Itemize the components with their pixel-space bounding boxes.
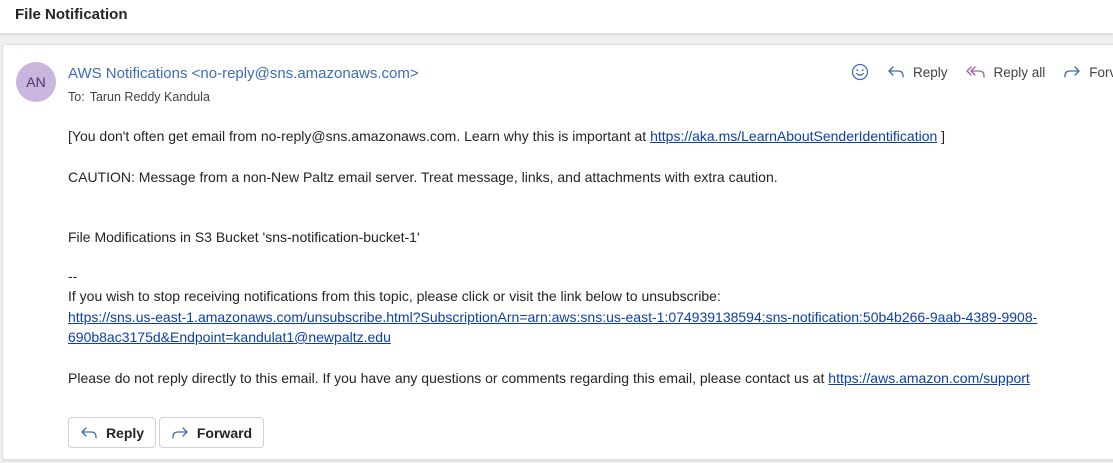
learn-sender-link[interactable]: https://aka.ms/LearnAboutSenderIdentific… (650, 128, 937, 144)
reply-arrow-icon (888, 66, 904, 78)
sender-avatar[interactable]: AN (16, 62, 56, 102)
reply-action-label: Reply (913, 64, 948, 80)
notice-text: [You don't often get email from no-reply… (68, 128, 651, 144)
unsubscribe-link-line2[interactable]: 690b8ac3175d&Endpoint=kandulat1@newpaltz… (68, 329, 391, 345)
reply-all-action[interactable]: Reply all (965, 64, 1046, 80)
notice-end: ] (937, 128, 946, 144)
to-label: To: (68, 90, 85, 104)
forward-button[interactable]: Forward (159, 417, 264, 448)
forward-action[interactable]: Forv (1063, 64, 1113, 80)
reply-arrow-icon (81, 426, 97, 439)
recipient-line: To: Tarun Reddy Kandula (68, 90, 210, 104)
unsubscribe-link-line1[interactable]: https://sns.us-east-1.amazonaws.com/unsu… (68, 309, 1037, 325)
forward-arrow-icon (1064, 66, 1080, 78)
forward-action-label: Forv (1089, 64, 1113, 80)
reply-all-icon (965, 66, 985, 78)
reply-button[interactable]: Reply (68, 417, 156, 448)
forward-button-label: Forward (196, 424, 253, 441)
support-line: Please do not reply directly to this ema… (68, 370, 1030, 386)
message-card: AN AWS Notifications <no-reply@sns.amazo… (2, 44, 1113, 460)
smiley-icon (851, 63, 869, 81)
sender-name[interactable]: AWS Notifications <no-reply@sns.amazonaw… (68, 65, 419, 82)
reply-all-action-label: Reply all (993, 64, 1046, 80)
forward-arrow-icon (172, 426, 188, 439)
recipient-name[interactable]: Tarun Reddy Kandula (90, 90, 210, 104)
react-button[interactable] (851, 63, 869, 81)
sender-notice: [You don't often get email from no-reply… (68, 128, 945, 144)
reply-button-label: Reply (105, 424, 145, 441)
message-actions: Reply Reply all Forv (851, 61, 1113, 83)
reply-action[interactable]: Reply (887, 64, 948, 80)
modifications-text: File Modifications in S3 Bucket 'sns-not… (68, 229, 420, 245)
support-text: Please do not reply directly to this ema… (68, 370, 829, 386)
signature-separator: -- (68, 268, 78, 284)
subject-header: File Notification (0, 0, 1113, 34)
caution-text: CAUTION: Message from a non-New Paltz em… (68, 169, 778, 185)
unsubscribe-intro: If you wish to stop receiving notificati… (68, 288, 721, 304)
email-subject: File Notification (15, 6, 128, 23)
support-link[interactable]: https://aws.amazon.com/support (828, 370, 1030, 386)
